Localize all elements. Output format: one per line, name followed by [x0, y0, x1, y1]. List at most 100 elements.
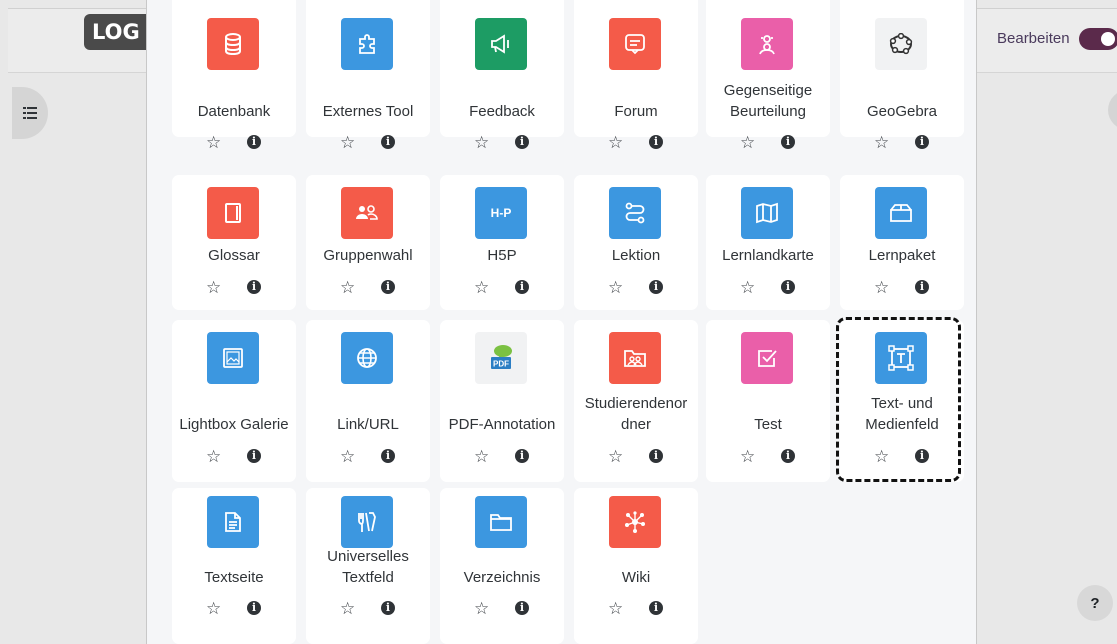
- info-icon[interactable]: i: [247, 135, 261, 149]
- info-icon[interactable]: i: [247, 449, 261, 463]
- activity-tile[interactable]: Forum ☆ i: [574, 0, 698, 152]
- info-icon[interactable]: i: [247, 601, 261, 615]
- info-icon[interactable]: i: [649, 280, 663, 294]
- star-icon[interactable]: ☆: [608, 447, 623, 467]
- lesson-path-icon: [624, 202, 646, 224]
- logo-button[interactable]: LOG: [84, 14, 154, 50]
- star-icon[interactable]: ☆: [474, 278, 489, 298]
- activity-tile[interactable]: Gegenseitige Beurteilung ☆ i: [706, 0, 830, 152]
- activity-label: Forum: [614, 103, 658, 120]
- info-icon[interactable]: i: [515, 601, 529, 615]
- activity-icon-box[interactable]: PDF: [475, 332, 527, 384]
- info-icon[interactable]: i: [649, 135, 663, 149]
- activity-icon-box[interactable]: [609, 496, 661, 548]
- star-icon[interactable]: ☆: [474, 447, 489, 467]
- activity-icon-box[interactable]: [341, 496, 393, 548]
- activity-icon-box[interactable]: [341, 332, 393, 384]
- activity-icon-box[interactable]: [741, 187, 793, 239]
- activity-tile[interactable]: Test ☆ i: [706, 320, 830, 482]
- activity-icon-box[interactable]: [207, 18, 259, 70]
- activity-actions: ☆ i: [172, 447, 296, 467]
- star-icon[interactable]: ☆: [740, 133, 755, 153]
- star-icon[interactable]: ☆: [608, 599, 623, 619]
- activity-tile[interactable]: Feedback ☆ i: [440, 0, 564, 152]
- star-icon[interactable]: ☆: [206, 278, 221, 298]
- star-icon[interactable]: ☆: [340, 133, 355, 153]
- document-icon: [224, 511, 242, 533]
- activity-icon-box[interactable]: [475, 496, 527, 548]
- info-icon[interactable]: i: [381, 280, 395, 294]
- star-icon[interactable]: ☆: [206, 447, 221, 467]
- activity-icon-box[interactable]: [207, 496, 259, 548]
- activity-label: Gruppenwahl: [323, 247, 413, 264]
- activity-tile[interactable]: Datenbank ☆ i: [172, 0, 296, 152]
- info-icon[interactable]: i: [649, 601, 663, 615]
- activity-icon-box[interactable]: [741, 18, 793, 70]
- star-icon[interactable]: ☆: [740, 278, 755, 298]
- star-icon[interactable]: ☆: [340, 599, 355, 619]
- activity-label: Lightbox Galerie: [179, 416, 289, 433]
- activity-actions: ☆ i: [574, 599, 698, 619]
- info-icon[interactable]: i: [515, 280, 529, 294]
- star-icon[interactable]: ☆: [608, 278, 623, 298]
- activity-label-line: Textfeld: [342, 569, 394, 586]
- info-icon[interactable]: i: [781, 135, 795, 149]
- star-icon[interactable]: ☆: [206, 599, 221, 619]
- info-icon[interactable]: i: [915, 135, 929, 149]
- activity-actions: ☆ i: [440, 133, 564, 153]
- activity-label: Textseite: [204, 569, 264, 586]
- info-icon[interactable]: i: [781, 449, 795, 463]
- activity-tile[interactable]: Gruppenwahl ☆ i: [306, 175, 430, 310]
- activity-tile[interactable]: Externes Tool ☆ i: [306, 0, 430, 152]
- info-icon[interactable]: i: [247, 280, 261, 294]
- star-icon[interactable]: ☆: [874, 278, 889, 298]
- activity-actions: ☆ i: [840, 133, 964, 153]
- activity-icon-box[interactable]: [475, 18, 527, 70]
- activity-tile[interactable]: Lernlandkarte ☆ i: [706, 175, 830, 310]
- star-icon[interactable]: ☆: [206, 133, 221, 153]
- activity-icon-box[interactable]: [609, 332, 661, 384]
- activity-tile[interactable]: Universelles Textfeld ☆ i: [306, 488, 430, 644]
- activity-icon-box[interactable]: [609, 187, 661, 239]
- info-icon[interactable]: i: [781, 280, 795, 294]
- activity-tile[interactable]: Studierendenor dner ☆ i: [574, 320, 698, 482]
- activity-tile[interactable]: Verzeichnis ☆ i: [440, 488, 564, 644]
- activity-tile[interactable]: Lektion ☆ i: [574, 175, 698, 310]
- activity-icon-box[interactable]: [207, 332, 259, 384]
- star-icon[interactable]: ☆: [340, 447, 355, 467]
- activity-icon-box[interactable]: [741, 332, 793, 384]
- activity-icon-box[interactable]: [341, 18, 393, 70]
- star-icon[interactable]: ☆: [340, 278, 355, 298]
- info-icon[interactable]: i: [515, 135, 529, 149]
- info-icon[interactable]: i: [915, 280, 929, 294]
- activity-tile[interactable]: H-P H5P ☆ i: [440, 175, 564, 310]
- star-icon[interactable]: ☆: [474, 133, 489, 153]
- activity-tile[interactable]: GeoGebra ☆ i: [840, 0, 964, 152]
- star-icon[interactable]: ☆: [874, 133, 889, 153]
- activity-tile[interactable]: Textseite ☆ i: [172, 488, 296, 644]
- help-button[interactable]: ?: [1077, 585, 1113, 621]
- info-icon[interactable]: i: [381, 449, 395, 463]
- activity-tile[interactable]: Link/URL ☆ i: [306, 320, 430, 482]
- info-icon[interactable]: i: [515, 449, 529, 463]
- activity-tile[interactable]: Glossar ☆ i: [172, 175, 296, 310]
- activity-icon-box[interactable]: H-P: [475, 187, 527, 239]
- star-icon[interactable]: ☆: [474, 599, 489, 619]
- activity-tile[interactable]: Lightbox Galerie ☆ i: [172, 320, 296, 482]
- activity-tile[interactable]: PDF PDF-Annotation ☆ i: [440, 320, 564, 482]
- activity-tile[interactable]: Lernpaket ☆ i: [840, 175, 964, 310]
- activity-icon-box[interactable]: [875, 187, 927, 239]
- star-icon[interactable]: ☆: [608, 133, 623, 153]
- info-icon[interactable]: i: [381, 135, 395, 149]
- geogebra-icon: [888, 33, 914, 55]
- activity-icon-box[interactable]: [875, 18, 927, 70]
- info-icon[interactable]: i: [381, 601, 395, 615]
- edit-mode-toggle[interactable]: [1079, 28, 1117, 50]
- activity-tile[interactable]: Wiki ☆ i: [574, 488, 698, 644]
- activity-icon-box[interactable]: [609, 18, 661, 70]
- star-icon[interactable]: ☆: [740, 447, 755, 467]
- activity-icon-box[interactable]: [207, 187, 259, 239]
- activity-icon-box[interactable]: [341, 187, 393, 239]
- activity-actions: ☆ i: [306, 278, 430, 298]
- info-icon[interactable]: i: [649, 449, 663, 463]
